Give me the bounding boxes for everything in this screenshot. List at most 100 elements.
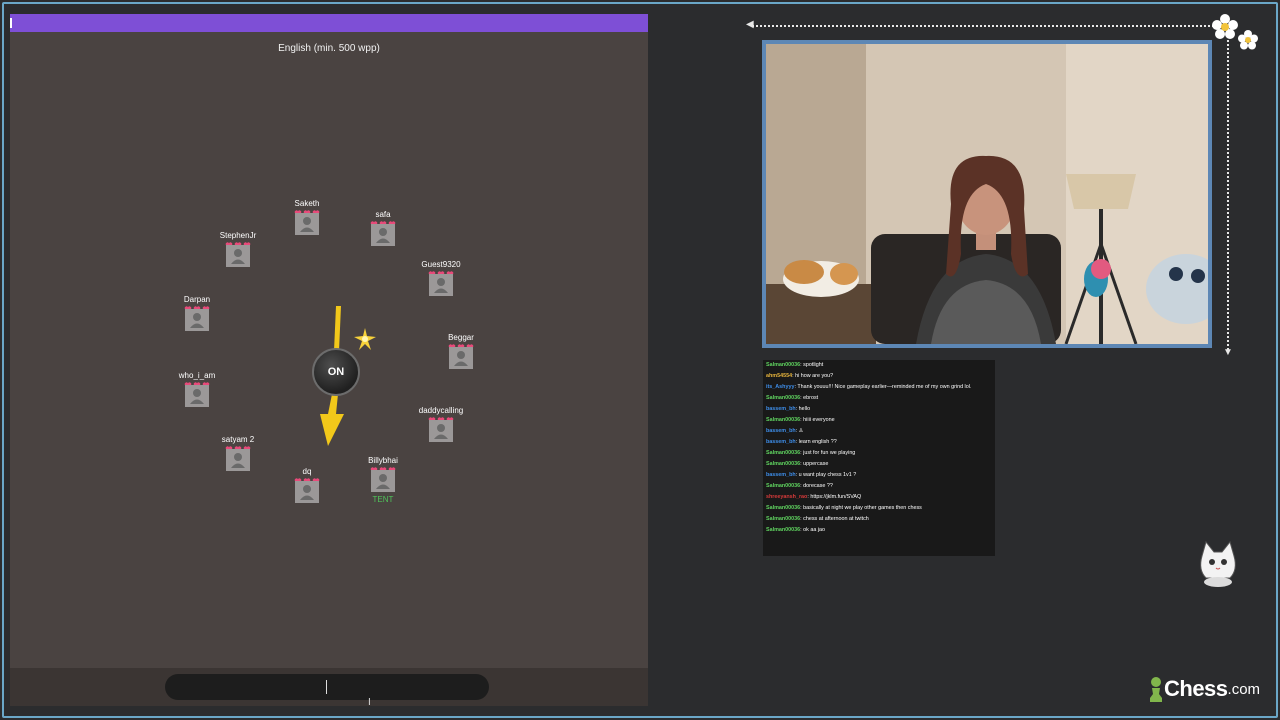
chat-username: Salman00036 bbox=[766, 526, 801, 533]
chat-message: Salman00036: chess at afternoon at twitc… bbox=[766, 515, 869, 522]
player-name: daddycalling bbox=[418, 406, 464, 415]
cat-mascot-icon bbox=[1200, 540, 1236, 587]
ibeam-cursor-icon: I bbox=[368, 697, 371, 706]
player-name: StephenJr bbox=[219, 231, 257, 240]
player-seat: who_i_am bbox=[152, 371, 242, 407]
chat-message: Salman00036: uppercase bbox=[766, 460, 829, 467]
chat-username: its_Ashyyy bbox=[766, 383, 795, 390]
chat-message: Salman00036: ebrost bbox=[766, 394, 819, 401]
fuse-spark-icon bbox=[354, 328, 376, 350]
chat-text: hi how are you? bbox=[795, 372, 834, 379]
bomb: ON bbox=[312, 348, 360, 396]
chat-text: u want play chess 1v1 ? bbox=[798, 471, 857, 478]
chat-text: ♙ bbox=[798, 427, 804, 434]
chat-message: Salman00036: hiiii everyone bbox=[766, 416, 835, 423]
avatar bbox=[429, 274, 453, 296]
chat-message: Salman00036: ok aa jao bbox=[766, 526, 826, 533]
chat-text: https://jklm.fun/SVAQ bbox=[810, 493, 862, 500]
chat-username: Salman00036 bbox=[766, 449, 801, 456]
player-seat: dq bbox=[262, 467, 352, 503]
brand-suffix: .com bbox=[1227, 680, 1261, 698]
chat-text: learn english ?? bbox=[798, 438, 837, 445]
player-name: Billybhai bbox=[368, 456, 398, 465]
decorative-dotted-border bbox=[1227, 25, 1229, 353]
player-seat: satyam 2 bbox=[193, 435, 283, 471]
chat-panel: Salman00036: spotlight ahm54554: hi how … bbox=[763, 360, 995, 556]
chat-text: uppercase bbox=[803, 460, 829, 467]
arrow-down-icon: ▼ bbox=[1223, 347, 1233, 358]
chat-message: Salman00036: just for fun we playing bbox=[766, 449, 856, 456]
chat-username: Salman00036 bbox=[766, 416, 801, 423]
chat-username: Salman00036 bbox=[766, 482, 801, 489]
chat-username: bassem_bh bbox=[766, 427, 796, 434]
player-name: safa bbox=[375, 210, 391, 219]
avatar bbox=[371, 470, 395, 492]
player-seat: StephenJr bbox=[193, 231, 283, 267]
chat-username: Salman00036 bbox=[766, 362, 801, 368]
chat-username: Salman00036 bbox=[766, 460, 801, 467]
player-seat: Beggar bbox=[416, 333, 506, 369]
decorative-dotted-border bbox=[752, 25, 1226, 27]
chess-com-logo: Chess .com bbox=[1148, 676, 1260, 702]
chat-text: hello bbox=[798, 405, 811, 412]
avatar bbox=[295, 213, 319, 235]
player-name: Saketh bbox=[294, 199, 320, 208]
chat-text: ebrost bbox=[803, 394, 819, 401]
avatar bbox=[226, 449, 250, 471]
avatar bbox=[371, 224, 395, 246]
text-caret bbox=[326, 680, 327, 694]
avatar bbox=[295, 481, 319, 503]
chat-username: Salman00036 bbox=[766, 394, 801, 401]
chat-text: basically at night we play other games t… bbox=[803, 504, 922, 511]
chat-text: chess at afternoon at twitch bbox=[803, 515, 869, 522]
chat-text: hiiii everyone bbox=[803, 416, 835, 423]
avatar bbox=[449, 347, 473, 369]
chat-message: shreeyansh_rao: https://jklm.fun/SVAQ bbox=[766, 493, 862, 500]
game-panel: English (min. 500 wpp) Saketh safa Guest… bbox=[10, 14, 648, 706]
avatar bbox=[185, 385, 209, 407]
chat-text: just for fun we playing bbox=[803, 449, 856, 456]
chat-username: ahm54554 bbox=[766, 372, 793, 379]
game-top-bar bbox=[10, 14, 648, 32]
flower-icon bbox=[1212, 14, 1238, 39]
player-seat: safa bbox=[338, 210, 428, 246]
word-input[interactable] bbox=[165, 674, 489, 700]
chat-username: Salman00036 bbox=[766, 504, 801, 511]
chat-message: Salman00036: dorecase ?? bbox=[766, 482, 833, 489]
chat-message: bassem_bh: hello bbox=[766, 405, 811, 412]
arrow-left-icon: ◀ bbox=[746, 19, 754, 30]
word-input-box[interactable] bbox=[165, 674, 489, 700]
chat-message: Salman00036: spotlight bbox=[766, 362, 824, 368]
webcam-feed bbox=[762, 40, 1212, 348]
player-seat: daddycalling bbox=[396, 406, 486, 442]
chat-message: its_Ashyyy: Thank youuu!!! Nice gameplay… bbox=[766, 383, 972, 390]
chat-username: bassem_bh bbox=[766, 405, 796, 412]
chat-message: Salman00036: basically at night we play … bbox=[766, 504, 922, 511]
player-name: Guest9320 bbox=[421, 260, 461, 269]
chat-username: shreeyansh_rao bbox=[766, 493, 808, 500]
chat-text: ok aa jao bbox=[803, 526, 826, 533]
chat-message: ahm54554: hi how are you? bbox=[766, 372, 834, 379]
chat-message: bassem_bh: learn english ?? bbox=[766, 438, 837, 445]
chat-message: bassem_bh: ♙ bbox=[766, 427, 804, 434]
chat-username: bassem_bh bbox=[766, 438, 796, 445]
player-seat: Darpan bbox=[152, 295, 242, 331]
chat-text: dorecase ?? bbox=[803, 482, 833, 489]
player-name: satyam 2 bbox=[221, 435, 255, 444]
player-seat: Guest9320 bbox=[396, 260, 486, 296]
player-name: Beggar bbox=[448, 333, 474, 342]
chat-username: Salman00036 bbox=[766, 515, 801, 522]
chat-text: Thank youuu!!! Nice gameplay earlier—rem… bbox=[797, 383, 972, 390]
avatar bbox=[429, 420, 453, 442]
chat-username: bassem_bh bbox=[766, 471, 796, 478]
chat-message: bassem_bh: u want play chess 1v1 ? bbox=[766, 471, 857, 478]
avatar bbox=[226, 245, 250, 267]
brand-name: Chess bbox=[1164, 676, 1228, 701]
player-name: Darpan bbox=[183, 295, 211, 304]
flower-icon bbox=[1238, 30, 1258, 50]
avatar bbox=[185, 309, 209, 331]
player-name: who_i_am bbox=[178, 371, 216, 380]
game-language-label: English (min. 500 wpp) bbox=[278, 43, 380, 54]
pawn-icon bbox=[1150, 677, 1162, 702]
chat-text: spotlight bbox=[803, 362, 824, 368]
